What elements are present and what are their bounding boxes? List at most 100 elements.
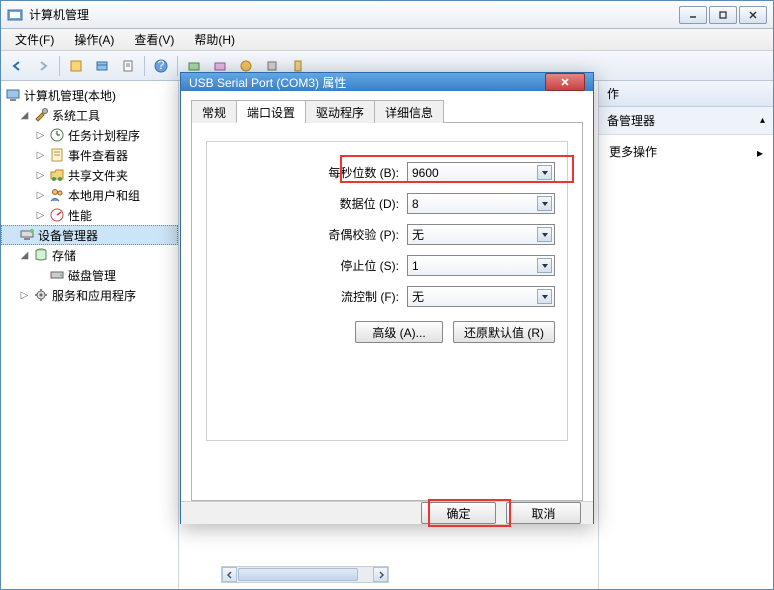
tab-details[interactable]: 详细信息 xyxy=(374,100,444,123)
databits-select[interactable]: 8 xyxy=(407,193,555,214)
parity-value: 无 xyxy=(412,226,424,243)
tree-label: 存储 xyxy=(52,247,76,264)
baud-value: 9600 xyxy=(412,166,439,180)
tab-general[interactable]: 常规 xyxy=(191,100,237,123)
parity-select[interactable]: 无 xyxy=(407,224,555,245)
tree-local-users[interactable]: ▷ 本地用户和组 xyxy=(1,185,178,205)
tree-storage[interactable]: ◢ 存储 xyxy=(1,245,178,265)
menu-action[interactable]: 操作(A) xyxy=(66,29,122,50)
tree-performance[interactable]: ▷ 性能 xyxy=(1,205,178,225)
scroll-thumb[interactable] xyxy=(238,568,358,581)
toolbar-separator xyxy=(177,56,178,76)
dialog-title: USB Serial Port (COM3) 属性 xyxy=(189,74,545,91)
baud-label: 每秒位数 (B): xyxy=(328,164,399,181)
minimize-button[interactable] xyxy=(679,6,707,24)
tree-system-tools[interactable]: ◢ 系统工具 xyxy=(1,105,178,125)
tree-label: 本地用户和组 xyxy=(68,187,140,204)
tree-label: 计算机管理(本地) xyxy=(24,87,116,104)
tab-panel: 每秒位数 (B): 9600 数据位 (D): 8 奇偶校验 (P): xyxy=(191,123,583,501)
tree-label: 任务计划程序 xyxy=(68,127,140,144)
parity-row: 奇偶校验 (P): 无 xyxy=(219,224,555,245)
actions-header-label: 作 xyxy=(607,85,619,102)
dialog-body: 常规 端口设置 驱动程序 详细信息 每秒位数 (B): 9600 数据位 (D)… xyxy=(181,91,593,501)
forward-button[interactable] xyxy=(31,54,55,78)
tree-pane: 计算机管理(本地) ◢ 系统工具 ▷ 任务计划程序 ▷ 事件查看器 ▷ 共享文件… xyxy=(1,81,179,589)
properties-dialog: USB Serial Port (COM3) 属性 常规 端口设置 驱动程序 详… xyxy=(180,72,594,524)
window-title: 计算机管理 xyxy=(29,6,679,23)
ok-button[interactable]: 确定 xyxy=(421,502,496,524)
dialog-tabs: 常规 端口设置 驱动程序 详细信息 xyxy=(191,99,583,123)
tool-btn-1[interactable] xyxy=(64,54,88,78)
menu-help[interactable]: 帮助(H) xyxy=(186,29,243,50)
tree-root[interactable]: 计算机管理(本地) xyxy=(1,85,178,105)
menu-view[interactable]: 查看(V) xyxy=(126,29,182,50)
window-controls xyxy=(679,6,767,24)
databits-row: 数据位 (D): 8 xyxy=(219,193,555,214)
stopbits-select[interactable]: 1 xyxy=(407,255,555,276)
close-button[interactable] xyxy=(739,6,767,24)
expand-icon[interactable]: ▷ xyxy=(35,210,46,221)
storage-icon xyxy=(33,247,49,263)
maximize-button[interactable] xyxy=(709,6,737,24)
tool-btn-3[interactable] xyxy=(116,54,140,78)
cancel-button[interactable]: 取消 xyxy=(506,502,581,524)
dropdown-arrow-icon xyxy=(537,258,552,273)
dropdown-arrow-icon xyxy=(537,227,552,242)
dropdown-arrow-icon xyxy=(537,165,552,180)
baud-select[interactable]: 9600 xyxy=(407,162,555,183)
dialog-footer: 确定 取消 xyxy=(181,501,593,524)
collapse-icon[interactable]: ◢ xyxy=(19,250,30,261)
expand-icon[interactable]: ▷ xyxy=(35,190,46,201)
dialog-titlebar[interactable]: USB Serial Port (COM3) 属性 xyxy=(181,73,593,91)
inner-buttons: 高级 (A)... 还原默认值 (R) xyxy=(219,321,555,343)
expand-icon[interactable]: ▷ xyxy=(35,170,46,181)
stopbits-row: 停止位 (S): 1 xyxy=(219,255,555,276)
horizontal-scrollbar[interactable] xyxy=(221,566,389,583)
computer-icon xyxy=(5,87,21,103)
tree-device-manager[interactable]: 设备管理器 xyxy=(1,225,178,245)
scroll-left-button[interactable] xyxy=(222,567,237,582)
scroll-right-button[interactable] xyxy=(373,567,388,582)
dropdown-arrow-icon xyxy=(537,289,552,304)
tree-label: 事件查看器 xyxy=(68,147,128,164)
actions-header: 作 xyxy=(599,81,773,107)
toolbar-separator xyxy=(144,56,145,76)
baud-row: 每秒位数 (B): 9600 xyxy=(219,162,555,183)
flow-value: 无 xyxy=(412,288,424,305)
menubar: 文件(F) 操作(A) 查看(V) 帮助(H) xyxy=(1,29,773,51)
expand-icon[interactable]: ▷ xyxy=(19,290,30,301)
flow-select[interactable]: 无 xyxy=(407,286,555,307)
restore-defaults-button[interactable]: 还原默认值 (R) xyxy=(453,321,555,343)
tree-label: 共享文件夹 xyxy=(68,167,128,184)
databits-value: 8 xyxy=(412,197,419,211)
tree-services[interactable]: ▷ 服务和应用程序 xyxy=(1,285,178,305)
stopbits-label: 停止位 (S): xyxy=(340,257,399,274)
actions-subheader[interactable]: 备管理器 ▴ xyxy=(599,107,773,135)
tree-label: 设备管理器 xyxy=(38,227,98,244)
actions-pane: 作 备管理器 ▴ 更多操作 ▸ xyxy=(599,81,773,589)
help-button[interactable]: ? xyxy=(149,54,173,78)
tool-btn-2[interactable] xyxy=(90,54,114,78)
advanced-button[interactable]: 高级 (A)... xyxy=(355,321,443,343)
folder-share-icon xyxy=(49,167,65,183)
flow-row: 流控制 (F): 无 xyxy=(219,286,555,307)
tree-disk-mgmt[interactable]: 磁盘管理 xyxy=(1,265,178,285)
collapse-icon[interactable]: ◢ xyxy=(19,110,30,121)
parity-label: 奇偶校验 (P): xyxy=(328,226,399,243)
tab-port-settings[interactable]: 端口设置 xyxy=(236,100,306,123)
databits-label: 数据位 (D): xyxy=(340,195,399,212)
spacer xyxy=(35,270,46,281)
expand-icon[interactable]: ▷ xyxy=(35,130,46,141)
tree-label: 服务和应用程序 xyxy=(52,287,136,304)
expand-icon[interactable]: ▷ xyxy=(35,150,46,161)
more-actions-link[interactable]: 更多操作 xyxy=(609,143,763,160)
tree-shared-folders[interactable]: ▷ 共享文件夹 xyxy=(1,165,178,185)
tree-task-scheduler[interactable]: ▷ 任务计划程序 xyxy=(1,125,178,145)
menu-file[interactable]: 文件(F) xyxy=(7,29,62,50)
tab-driver[interactable]: 驱动程序 xyxy=(305,100,375,123)
tree-label: 系统工具 xyxy=(52,107,100,124)
tree-event-viewer[interactable]: ▷ 事件查看器 xyxy=(1,145,178,165)
back-button[interactable] xyxy=(5,54,29,78)
actions-subheader-label: 备管理器 xyxy=(607,112,655,129)
dialog-close-button[interactable] xyxy=(545,73,585,91)
